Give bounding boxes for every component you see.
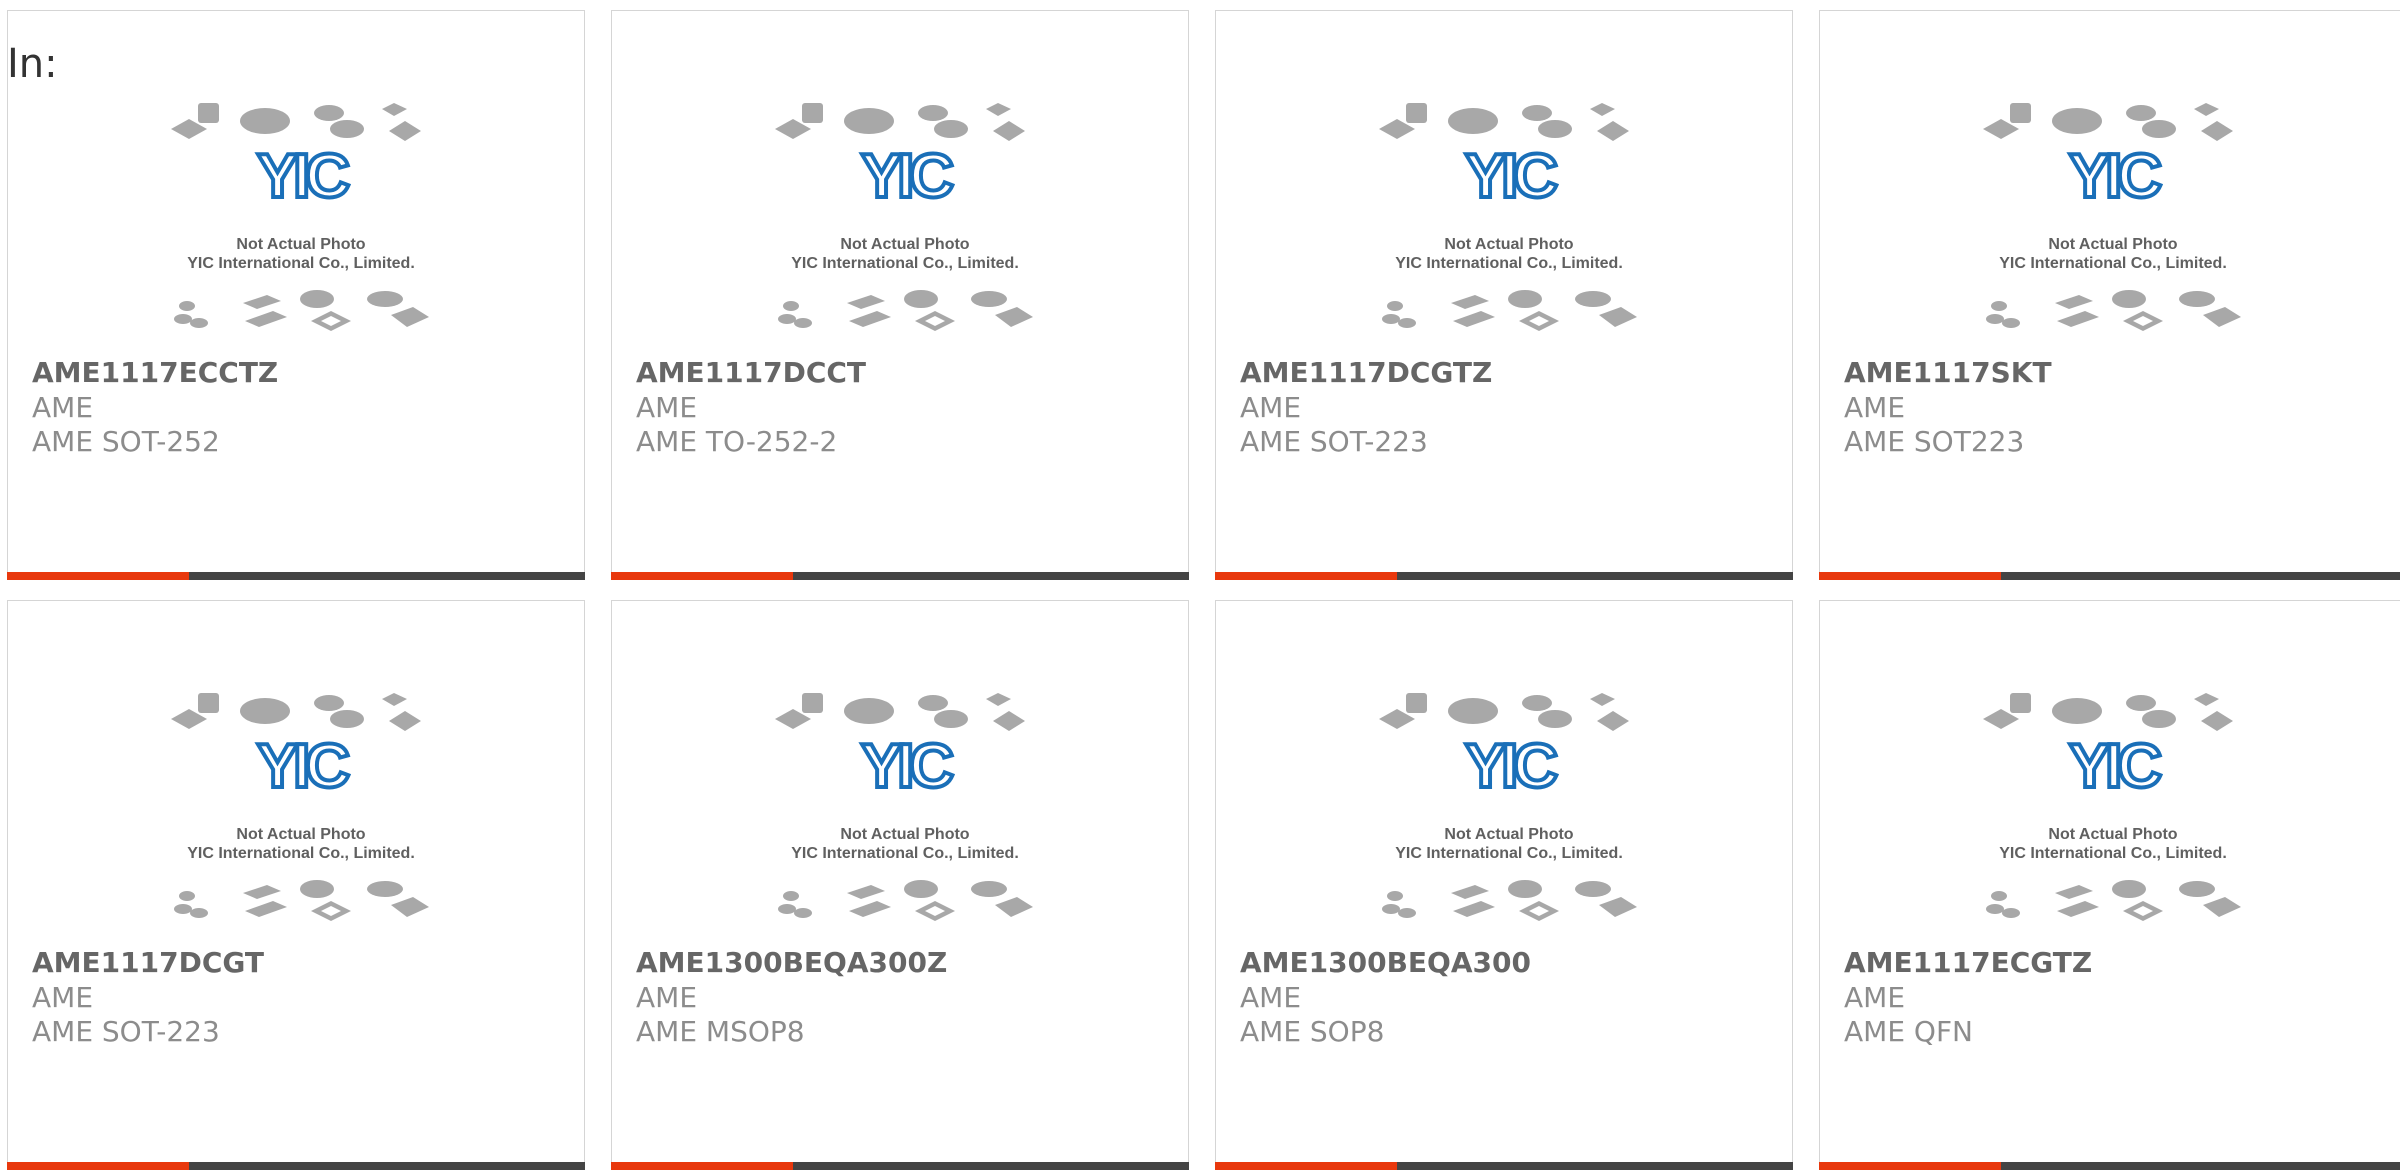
photo-caption-line2: YIC International Co., Limited. bbox=[1999, 255, 2227, 272]
chip-package-icon bbox=[1379, 103, 1629, 141]
placeholder-product-photo: YIC Not Actual Photo YIC International C… bbox=[775, 693, 1033, 921]
package: AME SOP8 bbox=[1240, 1015, 1385, 1048]
part-number-link[interactable]: AME1117DCCT bbox=[636, 356, 866, 390]
yic-logo: YIC bbox=[257, 142, 350, 211]
filter-label: In: bbox=[7, 41, 58, 87]
chip-package-icon bbox=[174, 290, 429, 331]
placeholder-product-photo: YIC Not Actual Photo YIC International C… bbox=[775, 103, 1033, 331]
chip-package-icon bbox=[1986, 290, 2241, 331]
card-accent-bar bbox=[1819, 572, 2001, 580]
yic-logo: YIC bbox=[2069, 732, 2162, 801]
chip-package-icon bbox=[1382, 880, 1637, 921]
card-bottom-bar bbox=[1819, 572, 2400, 580]
card-accent-bar bbox=[1215, 1162, 1397, 1170]
chip-package-icon bbox=[1983, 693, 2233, 731]
placeholder-product-photo: YIC Not Actual Photo YIC International C… bbox=[1379, 103, 1637, 331]
product-card[interactable]: YIC Not Actual Photo YIC International C… bbox=[1215, 600, 1793, 1170]
manufacturer: AME bbox=[636, 981, 698, 1014]
product-card[interactable]: YIC Not Actual Photo YIC International C… bbox=[7, 600, 585, 1170]
yic-logo: YIC bbox=[257, 732, 350, 801]
card-accent-bar bbox=[611, 572, 793, 580]
photo-caption-line2: YIC International Co., Limited. bbox=[1999, 845, 2227, 862]
card-bottom-bar bbox=[7, 1162, 585, 1170]
chip-package-icon bbox=[174, 880, 429, 921]
manufacturer: AME bbox=[1844, 981, 1906, 1014]
chip-package-icon bbox=[171, 103, 421, 141]
package: AME MSOP8 bbox=[636, 1015, 805, 1048]
photo-caption-line1: Not Actual Photo bbox=[840, 826, 969, 843]
part-number-link[interactable]: AME1117DCGT bbox=[32, 946, 264, 980]
package: AME TO-252-2 bbox=[636, 425, 838, 458]
part-number-link[interactable]: AME1300BEQA300Z bbox=[636, 946, 947, 980]
package: AME SOT223 bbox=[1844, 425, 2025, 458]
card-bottom-bar bbox=[7, 572, 585, 580]
card-bottom-bar bbox=[1819, 1162, 2400, 1170]
placeholder-product-photo: YIC Not Actual Photo YIC International C… bbox=[1983, 693, 2241, 921]
product-card[interactable]: YIC Not Actual Photo YIC International C… bbox=[1215, 10, 1793, 580]
yic-logo: YIC bbox=[861, 732, 954, 801]
part-number-link[interactable]: AME1300BEQA300 bbox=[1240, 946, 1531, 980]
photo-caption-line2: YIC International Co., Limited. bbox=[791, 845, 1019, 862]
chip-package-icon bbox=[775, 693, 1025, 731]
photo-caption-line1: Not Actual Photo bbox=[2048, 826, 2177, 843]
product-card[interactable]: YIC Not Actual Photo YIC International C… bbox=[1819, 10, 2400, 580]
card-accent-bar bbox=[1215, 572, 1397, 580]
product-card[interactable]: YIC Not Actual Photo YIC International C… bbox=[611, 600, 1189, 1170]
card-bottom-bar bbox=[1215, 1162, 1793, 1170]
manufacturer: AME bbox=[1844, 391, 1906, 424]
manufacturer: AME bbox=[32, 981, 94, 1014]
chip-package-icon bbox=[778, 880, 1033, 921]
photo-caption-line2: YIC International Co., Limited. bbox=[187, 255, 415, 272]
yic-logo: YIC bbox=[861, 142, 954, 211]
product-card[interactable]: YIC Not Actual Photo YIC International C… bbox=[7, 10, 585, 580]
package: AME SOT-252 bbox=[32, 425, 220, 458]
part-number-link[interactable]: AME1117ECCTZ bbox=[32, 356, 278, 390]
product-card[interactable]: YIC Not Actual Photo YIC International C… bbox=[611, 10, 1189, 580]
package: AME SOT-223 bbox=[1240, 425, 1428, 458]
photo-caption-line1: Not Actual Photo bbox=[2048, 236, 2177, 253]
chip-package-icon bbox=[1379, 693, 1629, 731]
card-accent-bar bbox=[7, 1162, 189, 1170]
photo-caption-line1: Not Actual Photo bbox=[1444, 236, 1573, 253]
placeholder-product-photo: YIC Not Actual Photo YIC International C… bbox=[171, 103, 429, 331]
yic-logo: YIC bbox=[1465, 142, 1558, 211]
manufacturer: AME bbox=[1240, 391, 1302, 424]
card-bottom-bar bbox=[611, 1162, 1189, 1170]
part-number-link[interactable]: AME1117DCGTZ bbox=[1240, 356, 1492, 390]
yic-logo: YIC bbox=[1465, 732, 1558, 801]
placeholder-product-photo: YIC Not Actual Photo YIC International C… bbox=[171, 693, 429, 921]
manufacturer: AME bbox=[32, 391, 94, 424]
photo-caption-line1: Not Actual Photo bbox=[236, 236, 365, 253]
photo-caption-line2: YIC International Co., Limited. bbox=[1395, 845, 1623, 862]
placeholder-product-photo: YIC Not Actual Photo YIC International C… bbox=[1379, 693, 1637, 921]
yic-logo: YIC bbox=[2069, 142, 2162, 211]
chip-package-icon bbox=[1382, 290, 1637, 331]
part-number-link[interactable]: AME1117SKT bbox=[1844, 356, 2052, 390]
chip-package-icon bbox=[1986, 880, 2241, 921]
card-accent-bar bbox=[1819, 1162, 2001, 1170]
chip-package-icon bbox=[778, 290, 1033, 331]
part-number-link[interactable]: AME1117ECGTZ bbox=[1844, 946, 2092, 980]
card-accent-bar bbox=[611, 1162, 793, 1170]
chip-package-icon bbox=[775, 103, 1025, 141]
photo-caption-line1: Not Actual Photo bbox=[236, 826, 365, 843]
photo-caption-line2: YIC International Co., Limited. bbox=[187, 845, 415, 862]
package: AME SOT-223 bbox=[32, 1015, 220, 1048]
manufacturer: AME bbox=[1240, 981, 1302, 1014]
photo-caption-line2: YIC International Co., Limited. bbox=[1395, 255, 1623, 272]
package: AME QFN bbox=[1844, 1015, 1973, 1048]
photo-caption-line2: YIC International Co., Limited. bbox=[791, 255, 1019, 272]
card-bottom-bar bbox=[1215, 572, 1793, 580]
placeholder-product-photo: YIC Not Actual Photo YIC International C… bbox=[1983, 103, 2241, 331]
card-bottom-bar bbox=[611, 572, 1189, 580]
chip-package-icon bbox=[1983, 103, 2233, 141]
manufacturer: AME bbox=[636, 391, 698, 424]
chip-package-icon bbox=[171, 693, 421, 731]
photo-caption-line1: Not Actual Photo bbox=[1444, 826, 1573, 843]
product-card[interactable]: YIC Not Actual Photo YIC International C… bbox=[1819, 600, 2400, 1170]
card-accent-bar bbox=[7, 572, 189, 580]
photo-caption-line1: Not Actual Photo bbox=[840, 236, 969, 253]
